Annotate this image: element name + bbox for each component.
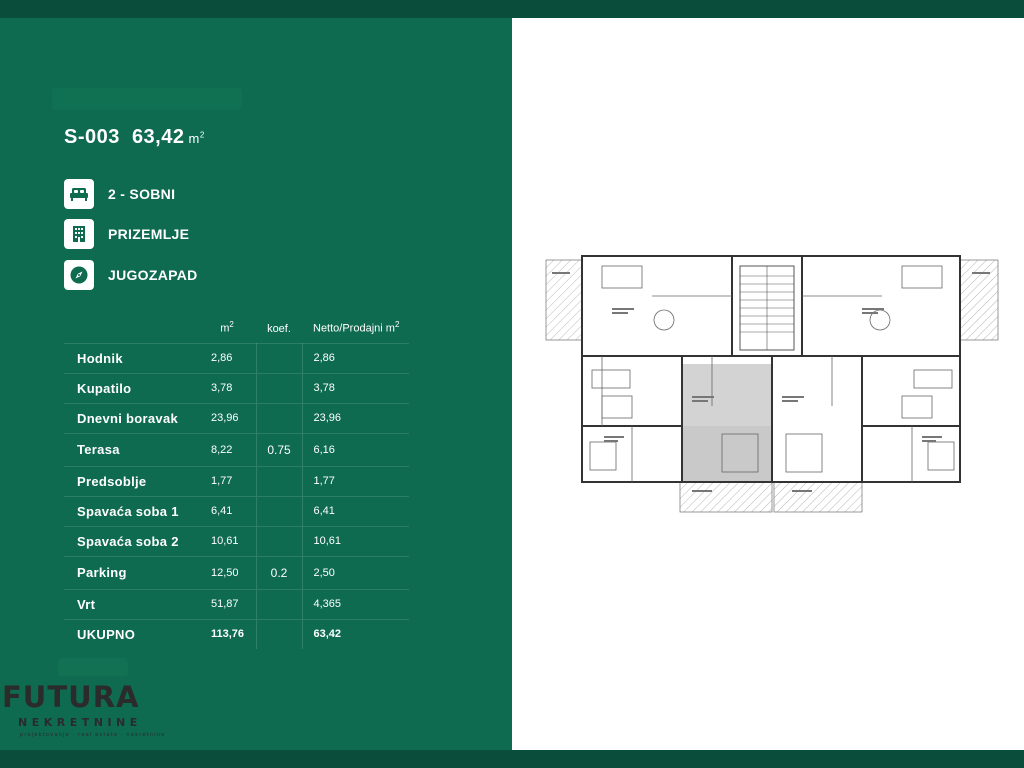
table-row: Vrt 51,87 4,365 (64, 588, 409, 619)
header-netto: Netto/Prodajni m2 (313, 319, 400, 335)
table-row: Hodnik 2,86 2,86 (64, 342, 409, 373)
feature-rooms: 2 - SOBNI (64, 179, 175, 209)
floor-label: PRIZEMLJE (108, 226, 190, 242)
bottom-bar (0, 750, 1024, 768)
faded-heading (52, 88, 242, 110)
table-row: Dnevni boravak 23,96 23,96 (64, 402, 409, 433)
row-m2: 6,41 (198, 495, 257, 526)
table-row: UKUPNO 113,76 63,42 (64, 618, 409, 649)
row-netto: 2,86 (302, 342, 409, 373)
row-koef (256, 525, 303, 556)
apartment-code: S-003 (64, 126, 120, 148)
row-netto: 23,96 (302, 402, 409, 433)
floor-plan-drawing (545, 255, 999, 513)
compass-icon (64, 260, 94, 290)
row-koef (256, 618, 303, 649)
row-m2: 12,50 (198, 555, 257, 589)
row-netto: 4,365 (302, 588, 409, 619)
row-m2: 3,78 (198, 372, 257, 403)
row-netto: 3,78 (302, 372, 409, 403)
row-koef (256, 495, 303, 526)
row-name: Predsoblje (64, 465, 198, 496)
row-koef (256, 588, 303, 619)
floor-plan-panel (512, 18, 1024, 750)
row-m2: 10,61 (198, 525, 257, 556)
feature-floor: PRIZEMLJE (64, 219, 189, 249)
row-name: Hodnik (64, 342, 198, 373)
table-row: Kupatilo 3,78 3,78 (64, 372, 409, 403)
row-name: Terasa (64, 432, 198, 466)
table-header: m2 koef. Netto/Prodajni m2 (64, 303, 409, 343)
table-row: Parking 12,50 0.2 2,50 (64, 555, 409, 589)
row-koef (256, 342, 303, 373)
row-koef (256, 402, 303, 433)
row-name: UKUPNO (64, 618, 198, 649)
area-table: m2 koef. Netto/Prodajni m2 Hodnik 2,86 2,8… (64, 303, 409, 649)
row-name: Vrt (64, 588, 198, 619)
row-m2: 113,76 (198, 618, 257, 649)
row-netto: 2,50 (302, 555, 409, 589)
row-name: Spavaća soba 2 (64, 525, 198, 556)
orientation-label: JUGOZAPAD (108, 267, 198, 283)
row-netto: 10,61 (302, 525, 409, 556)
row-name: Spavaća soba 1 (64, 495, 198, 526)
building-icon (64, 219, 94, 249)
row-m2: 1,77 (198, 465, 257, 496)
table-row: Spavaća soba 2 10,61 10,61 (64, 525, 409, 556)
row-m2: 23,96 (198, 402, 257, 433)
row-name: Dnevni boravak (64, 402, 198, 433)
row-m2: 8,22 (198, 432, 257, 466)
rooms-label: 2 - SOBNI (108, 186, 176, 202)
table-row: Spavaća soba 1 6,41 6,41 (64, 495, 409, 526)
row-netto: 1,77 (302, 465, 409, 496)
faded-label (58, 658, 128, 676)
apartment-area: 63,42 (131, 126, 185, 148)
row-name: Kupatilo (64, 372, 198, 403)
logo-wordmark: FUTURA (2, 680, 140, 714)
row-koef (256, 372, 303, 403)
row-koef: 0.2 (256, 555, 303, 589)
row-koef (256, 465, 303, 496)
logo-subtitle: NEKRETNINE (18, 716, 142, 729)
row-m2: 2,86 (198, 342, 257, 373)
info-panel: S-003 63,42 m2 2 - SOBNI PRIZEMLJE JUGOZA… (0, 18, 512, 750)
row-koef: 0.75 (256, 432, 303, 466)
logo-tagline: projektovanje · real estate · nekretnine (20, 732, 166, 738)
area-unit: m2 (188, 130, 205, 146)
header-m2: m2 (220, 319, 234, 335)
top-bar (0, 0, 1024, 18)
apartment-title: S-003 63,42 m2 (64, 126, 205, 149)
terrace-bottom-right (773, 481, 863, 513)
bed-icon (64, 179, 94, 209)
row-name: Parking (64, 555, 198, 589)
row-netto: 6,16 (302, 432, 409, 466)
table-row: Terasa 8,22 0.75 6,16 (64, 432, 409, 466)
row-m2: 51,87 (198, 588, 257, 619)
highlighted-unit (682, 424, 772, 482)
row-netto: 6,41 (302, 495, 409, 526)
table-row: Predsoblje 1,77 1,77 (64, 465, 409, 496)
futura-logo: FUTURA NEKRETNINE projektovanje · real e… (0, 680, 164, 744)
feature-orientation: JUGOZAPAD (64, 260, 198, 290)
highlighted-unit-upper (682, 364, 772, 426)
row-netto: 63,42 (302, 618, 409, 649)
header-koef: koef. (267, 322, 291, 335)
terrace-bottom-left (679, 481, 773, 513)
